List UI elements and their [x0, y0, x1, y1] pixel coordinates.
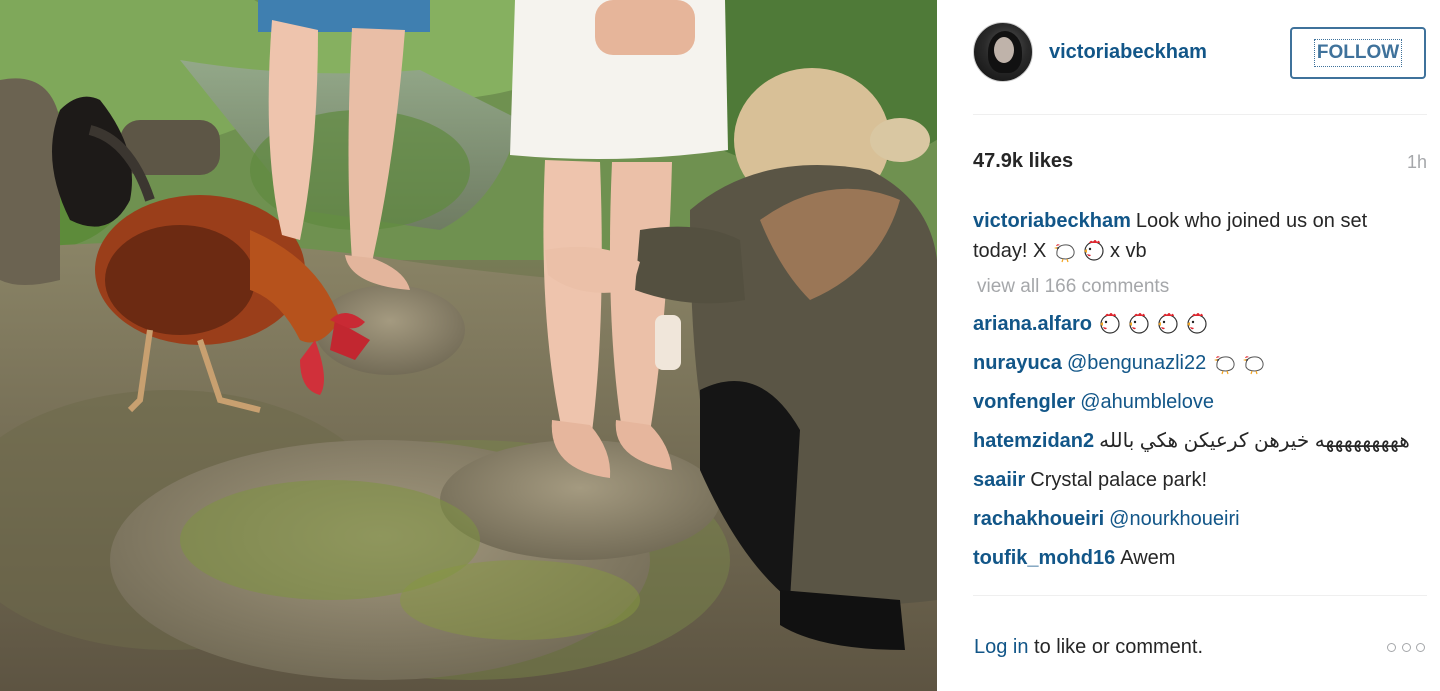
comment-username[interactable]: saaiir: [973, 469, 1025, 491]
comment-list: victoriabeckham Look who joined us on set…: [973, 206, 1413, 592]
comment-username[interactable]: rachakhoueiri: [973, 508, 1104, 530]
comment-username[interactable]: vonfengler: [973, 391, 1075, 413]
view-all-comments-link[interactable]: view all 166 comments: [977, 274, 1413, 300]
chicken-icon: [1212, 349, 1238, 375]
rooster-icon: [1184, 310, 1210, 336]
header-username-link[interactable]: victoriabeckham: [1049, 41, 1207, 64]
avatar[interactable]: [973, 22, 1033, 82]
comment-username[interactable]: nurayuca: [973, 352, 1062, 374]
more-dot: [1416, 642, 1425, 652]
comment-text: هههههههههه خيرهن كرعيكن هكي بالله: [1099, 430, 1410, 452]
caption-text-end: x vb: [1109, 240, 1147, 262]
login-link[interactable]: Log in: [974, 636, 1029, 658]
rooster-icon: [1081, 237, 1107, 263]
post-footer: Log in to like or comment.: [973, 628, 1427, 658]
comment-text: Crystal palace park!: [1030, 469, 1208, 491]
comment-items: ariana.alfaro nurayuca @bengunazli22 vonfe…: [973, 310, 1413, 573]
comment: nurayuca @bengunazli22: [973, 349, 1413, 378]
more-options-icon[interactable]: [1387, 640, 1425, 654]
post-timestamp[interactable]: 1h: [1407, 152, 1427, 173]
login-prompt: Log in to like or comment.: [974, 636, 1203, 659]
comment: hatemzidan2 هههههههههه خيرهن كرعيكن هكي ب…: [973, 427, 1413, 456]
comment-mention[interactable]: @ahumblelove: [1080, 391, 1214, 413]
caption-emojis: [1052, 237, 1110, 263]
comment: saaiir Crystal palace park!: [973, 466, 1413, 495]
caption: victoriabeckham Look who joined us on set…: [973, 206, 1413, 266]
rooster-icon: [1155, 310, 1181, 336]
footer-divider: [973, 595, 1427, 596]
comment-mention[interactable]: @bengunazli22: [1067, 352, 1212, 374]
comment-username[interactable]: hatemzidan2: [973, 430, 1094, 452]
rooster-icon: [1097, 310, 1123, 336]
post-stats: 47.9k likes 1h: [973, 150, 1427, 174]
comment-username[interactable]: toufik_mohd16: [973, 547, 1115, 569]
comment: toufik_mohd16 Awem: [973, 544, 1413, 573]
more-dot: [1387, 642, 1396, 652]
chicken-icon: [1052, 237, 1078, 263]
comment: rachakhoueiri @nourkhoueiri: [973, 505, 1413, 534]
post-photo[interactable]: [0, 0, 937, 691]
comment: vonfengler @ahumblelove: [973, 388, 1413, 417]
comment-mention[interactable]: @nourkhoueiri: [1109, 508, 1239, 530]
post-header: victoriabeckham FOLLOW: [973, 22, 1427, 82]
follow-button-label: FOLLOW: [1313, 39, 1403, 67]
follow-button[interactable]: FOLLOW: [1290, 27, 1426, 79]
chicken-icon: [1241, 349, 1267, 375]
caption-username[interactable]: victoriabeckham: [973, 210, 1131, 232]
more-dot: [1401, 642, 1411, 652]
photo-scene: [0, 0, 937, 691]
comment-username[interactable]: ariana.alfaro: [973, 313, 1092, 335]
avatar-face: [994, 37, 1014, 63]
rooster-icon: [1126, 310, 1152, 336]
header-divider: [973, 114, 1427, 115]
post-side-panel: victoriabeckham FOLLOW 47.9k likes 1h vi…: [937, 0, 1440, 691]
comment-text: Awem: [1120, 547, 1176, 569]
login-prompt-rest: to like or comment.: [1028, 636, 1204, 658]
likes-count[interactable]: 47.9k likes: [973, 150, 1073, 173]
comment: ariana.alfaro: [973, 310, 1413, 339]
